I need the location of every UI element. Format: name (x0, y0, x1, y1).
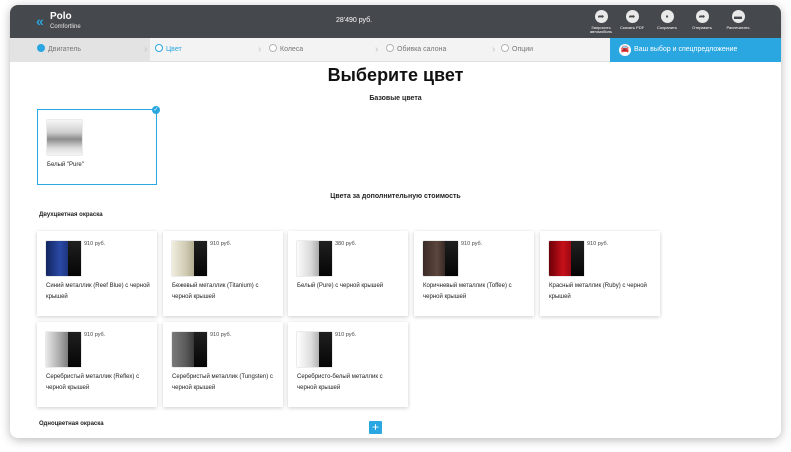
color-price: 910 руб. (84, 241, 106, 247)
black-roof-stripe (68, 332, 81, 367)
color-name: Бежевый металлик (Titanium) с черной кры… (172, 283, 259, 300)
check-icon: ✓ (152, 106, 160, 114)
header-bar: « Polo Comfortline 28'490 руб. ➦ Запроси… (10, 5, 781, 38)
expand-plus-button[interactable]: + (369, 421, 382, 434)
black-roof-stripe (68, 241, 81, 276)
color-swatch (549, 241, 584, 276)
step-options-label: Опции (512, 46, 534, 53)
save-label: Сохранить (657, 25, 677, 30)
extra-colors-title: Цвета за дополнительную стоимость (330, 193, 461, 200)
step-separator-icon: › (492, 44, 496, 55)
page-title: Выберите цвет (327, 65, 464, 85)
step-summary-label: Ваш выбор и спецпредложение (634, 46, 738, 53)
black-roof-stripe (319, 241, 332, 276)
model-name: Polo (50, 11, 72, 22)
color-swatch (172, 332, 207, 367)
color-card-silver-white[interactable]: 910 руб. Серебристо-белый металлик с чер… (288, 322, 408, 407)
radio-circle-icon (269, 44, 277, 52)
save-icon: ▪ (660, 10, 674, 23)
color-price: 910 руб. (461, 241, 483, 247)
step-wheels[interactable]: Колеса (269, 38, 303, 62)
color-name: Серебристый металлик (Tungsten) с черной… (172, 374, 273, 391)
step-separator-icon: › (258, 44, 262, 55)
color-price: 910 руб. (335, 332, 357, 338)
step-upholstery[interactable]: Обивка салона (386, 38, 446, 62)
step-upholstery-label: Обивка салона (397, 46, 447, 53)
total-price: 28'490 руб. (336, 17, 373, 24)
two-tone-title: Двухцветная окраска (39, 212, 103, 218)
color-swatch (172, 241, 207, 276)
color-price: 910 руб. (210, 241, 232, 247)
request-car-button[interactable]: ➦ Запросить автомобиль (584, 10, 618, 34)
color-name: Синий металлик (Reef Blue) с черной крыш… (46, 283, 150, 300)
step-engine-label: Двигатель (48, 46, 82, 53)
color-name: Белый (Pure) с черной крышей (297, 283, 384, 289)
step-color-label: Цвет (166, 46, 182, 53)
send-label: Отправить (692, 25, 712, 30)
color-name: Белый "Pure" (47, 162, 84, 168)
send-button[interactable]: ➦ Отправить (685, 10, 719, 30)
step-color[interactable]: Цвет (155, 38, 182, 62)
download-pdf-label: Скачать PDF (619, 25, 645, 30)
radio-circle-icon (155, 44, 163, 52)
color-name: Красный металлик (Ruby) с черной крышей (549, 283, 647, 300)
step-separator-icon: › (144, 44, 148, 55)
car-icon: 🚘 (619, 44, 631, 56)
color-card-titanium[interactable]: 910 руб. Бежевый металлик (Titanium) с ч… (163, 231, 283, 316)
color-swatch (46, 241, 81, 276)
color-name: Коричневый металлик (Toffee) с черной кр… (423, 283, 512, 300)
black-roof-stripe (319, 332, 332, 367)
color-card-pure-white[interactable]: ✓ Белый "Pure" (37, 106, 160, 185)
color-swatch (47, 120, 82, 155)
color-price: 910 руб. (210, 332, 232, 338)
print-label: Распечатать (726, 25, 750, 30)
black-roof-stripe (194, 241, 207, 276)
black-roof-stripe (571, 241, 584, 276)
color-name: Серебристо-белый металлик с черной крыше… (297, 374, 383, 391)
step-options[interactable]: Опции (501, 38, 533, 62)
color-card-pure-white-two-tone[interactable]: 380 руб. Белый (Pure) с черной крышей (288, 231, 408, 316)
print-icon: ▬ (731, 10, 745, 23)
configurator-window: « Polo Comfortline 28'490 руб. ➦ Запроси… (10, 5, 781, 438)
radio-circle-icon (386, 44, 394, 52)
color-card-toffee[interactable]: 910 руб. Коричневый металлик (Toffee) с … (414, 231, 534, 316)
color-swatch (46, 332, 81, 367)
base-colors-title: Базовые цвета (369, 95, 422, 102)
step-wheels-label: Колеса (280, 46, 304, 53)
download-arrow-icon: ➦ (625, 10, 639, 23)
print-button[interactable]: ▬ Распечатать (721, 10, 755, 30)
color-price: 380 руб. (335, 241, 357, 247)
radio-circle-icon (501, 44, 509, 52)
color-name: Серебристый металлик (Reflex) с черной к… (46, 374, 140, 391)
black-roof-stripe (194, 332, 207, 367)
black-roof-stripe (445, 241, 458, 276)
color-price: 910 руб. (84, 332, 106, 338)
color-swatch (423, 241, 458, 276)
color-swatch (297, 241, 332, 276)
download-pdf-button[interactable]: ➦ Скачать PDF (615, 10, 649, 30)
summary-step-arrow (602, 38, 610, 62)
step-separator-icon: › (375, 44, 379, 55)
color-card-reflex[interactable]: 910 руб. Серебристый металлик (Reflex) с… (37, 322, 157, 407)
step-summary[interactable]: 🚘 Ваш выбор и спецпредложение (610, 38, 781, 62)
share-arrow-icon: ➦ (594, 10, 608, 23)
color-swatch (297, 332, 332, 367)
single-tone-title: Одноцветная окраска (39, 421, 104, 427)
request-car-label: Запросить автомобиль (589, 25, 613, 34)
color-card-ruby[interactable]: 910 руб. Красный металлик (Ruby) с черно… (540, 231, 660, 316)
send-arrow-icon: ➦ (695, 10, 709, 23)
color-card-tungsten[interactable]: 910 руб. Серебристый металлик (Tungsten)… (163, 322, 283, 407)
step-engine[interactable]: Двигатель (37, 38, 81, 62)
save-button[interactable]: ▪ Сохранить (650, 10, 684, 30)
back-chevron-icon[interactable]: « (36, 14, 48, 28)
color-card-reef-blue[interactable]: 910 руб. Синий металлик (Reef Blue) с че… (37, 231, 157, 316)
trim-name: Comfortline (50, 24, 81, 30)
check-circle-icon (37, 44, 45, 52)
color-price: 910 руб. (587, 241, 609, 247)
